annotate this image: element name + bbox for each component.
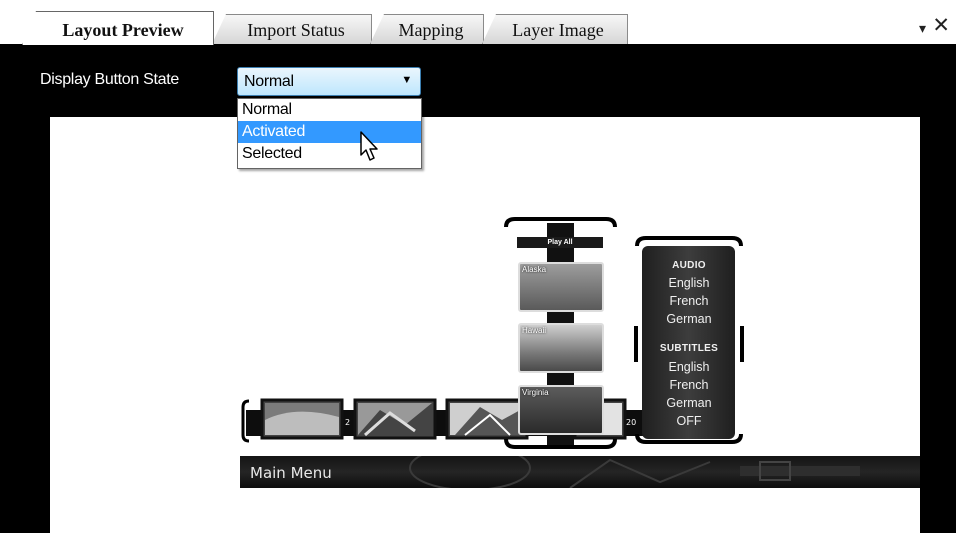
main-menu-decoration: [409, 456, 860, 488]
thumb-1: [260, 398, 344, 440]
chapter-label: Alaska: [522, 265, 547, 274]
close-icon[interactable]: ✕: [932, 15, 950, 37]
play-all-button[interactable]: Play All: [517, 237, 603, 248]
subtitle-option-off[interactable]: OFF: [634, 412, 744, 430]
mouse-pointer-icon: [360, 131, 378, 161]
tab-import-status[interactable]: Import Status: [212, 14, 372, 44]
audio-option-german[interactable]: German: [634, 310, 744, 328]
main-menu-label: Main Menu: [250, 464, 332, 482]
thumb-2: [353, 398, 437, 440]
audio-option-english[interactable]: English: [634, 274, 744, 292]
selected-value: Normal: [244, 73, 294, 90]
tab-layout-preview[interactable]: Layout Preview: [22, 11, 214, 45]
option-activated[interactable]: Activated: [238, 121, 421, 143]
option-selected[interactable]: Selected: [238, 143, 421, 165]
audio-heading: AUDIO: [672, 260, 706, 271]
audio-option-french[interactable]: French: [634, 292, 744, 310]
thumb-number-1: 2: [345, 418, 350, 427]
subtitle-option-english[interactable]: English: [634, 358, 744, 376]
display-button-state-select[interactable]: Normal ▼: [237, 67, 421, 96]
subtitles-heading: SUBTITLES: [659, 343, 719, 354]
tab-layer-image[interactable]: Layer Image: [482, 14, 628, 44]
dropdown-list: Normal Activated Selected: [237, 98, 422, 169]
main-menu-bar: Main Menu: [240, 456, 920, 488]
display-button-state-label: Display Button State: [40, 71, 179, 88]
audio-subtitles-panel: AUDIO English French German SUBTITLES En…: [634, 234, 744, 449]
option-normal[interactable]: Normal: [238, 99, 421, 121]
tab-mapping[interactable]: Mapping: [370, 14, 484, 44]
chapter-alaska[interactable]: Alaska: [518, 262, 604, 312]
vertical-chapter-menu: Play All Alaska Hawaii Virginia: [503, 215, 618, 450]
chapter-hawaii[interactable]: Hawaii: [518, 323, 604, 373]
chevron-down-icon[interactable]: ▼: [401, 74, 412, 86]
subtitle-option-german[interactable]: German: [634, 394, 744, 412]
subtitle-option-french[interactable]: French: [634, 376, 744, 394]
window-menu-icon[interactable]: ▾: [919, 20, 926, 37]
chapter-label: Virginia: [522, 388, 549, 397]
chapter-virginia[interactable]: Virginia: [518, 385, 604, 435]
tab-strip: Import Status Mapping Layer Image Layout…: [0, 0, 956, 45]
chapter-label: Hawaii: [522, 326, 547, 335]
